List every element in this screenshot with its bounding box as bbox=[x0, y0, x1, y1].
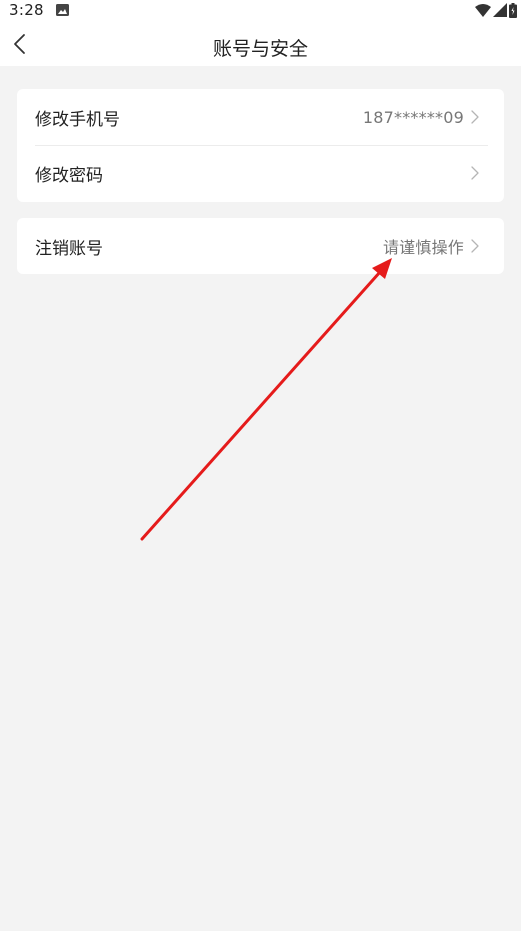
change-phone-row[interactable]: 修改手机号 187******09 bbox=[17, 89, 504, 145]
status-bar: 3:28 bbox=[0, 0, 521, 22]
chevron-right-icon bbox=[471, 110, 479, 124]
battery-icon bbox=[509, 2, 517, 18]
chevron-right-icon bbox=[471, 239, 479, 253]
wifi-icon bbox=[475, 3, 491, 17]
change-password-label: 修改密码 bbox=[35, 165, 103, 186]
delete-account-hint: 请谨慎操作 bbox=[382, 238, 464, 257]
delete-account-label: 注销账号 bbox=[35, 238, 103, 259]
signal-icon bbox=[493, 3, 507, 17]
status-icons bbox=[475, 2, 517, 18]
phone-number-value: 187******09 bbox=[362, 107, 464, 127]
page-title: 账号与安全 bbox=[212, 38, 308, 60]
chevron-right-icon bbox=[471, 166, 479, 180]
account-deletion-card: 注销账号 请谨慎操作 bbox=[17, 218, 504, 274]
change-password-row[interactable]: 修改密码 bbox=[17, 145, 504, 201]
image-icon bbox=[56, 4, 69, 16]
change-phone-label: 修改手机号 bbox=[35, 109, 120, 130]
nav-bar: 账号与安全 bbox=[0, 22, 521, 66]
status-time: 3:28 bbox=[9, 1, 44, 19]
account-settings-card: 修改手机号 187******09 修改密码 bbox=[17, 89, 504, 202]
delete-account-row[interactable]: 注销账号 请谨慎操作 bbox=[17, 218, 504, 274]
